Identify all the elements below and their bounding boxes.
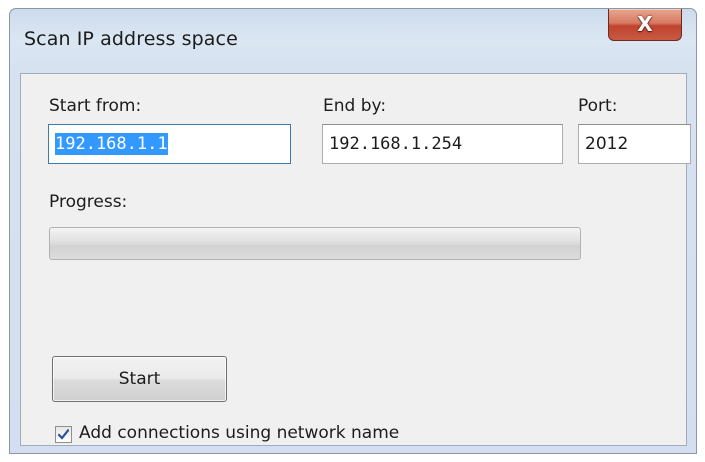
add-connections-checkbox[interactable] (55, 426, 72, 443)
scan-dialog-window: Scan IP address space X Start from: 192.… (9, 8, 697, 454)
start-ip-input[interactable]: 192.168.1.1 (48, 124, 291, 164)
checkmark-icon (58, 429, 69, 440)
progress-bar (49, 227, 581, 260)
progress-label: Progress: (49, 192, 128, 212)
port-input[interactable]: 2012 (578, 124, 691, 164)
port-label: Port: (578, 96, 618, 116)
close-icon: X (637, 12, 653, 36)
add-connections-label[interactable]: Add connections using network name (79, 423, 399, 443)
start-from-label: Start from: (49, 96, 142, 116)
dialog-body: Start from: 192.168.1.1 End by: 192.168.… (20, 73, 691, 446)
end-by-label: End by: (323, 96, 387, 116)
window-title: Scan IP address space (24, 28, 238, 50)
start-ip-value: 192.168.1.1 (55, 133, 168, 155)
close-button[interactable]: X (608, 9, 682, 41)
title-bar[interactable]: Scan IP address space X (10, 9, 696, 73)
end-ip-input[interactable]: 192.168.1.254 (322, 124, 563, 164)
start-button[interactable]: Start (52, 356, 227, 402)
